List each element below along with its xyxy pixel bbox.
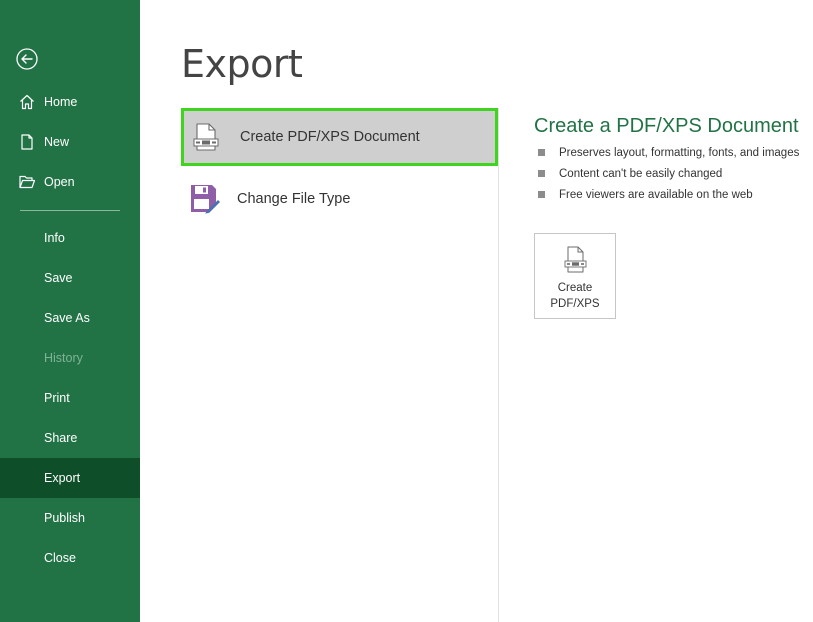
sidebar-item-label: Share <box>44 431 78 445</box>
pdf-document-icon <box>564 246 588 274</box>
feature-text: Content can't be easily changed <box>559 168 723 180</box>
export-option-label: Change File Type <box>237 191 351 207</box>
sidebar-divider <box>20 210 120 211</box>
export-option-change-file-type[interactable]: Change File Type <box>181 170 498 228</box>
sidebar-item-open[interactable]: Open <box>0 162 140 202</box>
export-option-create-pdf-xps[interactable]: Create PDF/XPS Document <box>181 108 498 166</box>
create-button-label: Create PDF/XPS <box>535 280 615 312</box>
pane-divider <box>498 108 499 622</box>
sidebar-item-label: Publish <box>44 511 85 525</box>
sidebar-item-export[interactable]: Export <box>0 458 140 498</box>
feature-text: Preserves layout, formatting, fonts, and… <box>559 147 800 159</box>
sidebar-item-label: Save As <box>44 311 90 325</box>
bullet-square-icon <box>538 170 545 177</box>
feature-text: Free viewers are available on the web <box>559 189 753 201</box>
sidebar-item-info[interactable]: Info <box>0 218 140 258</box>
sidebar-item-home[interactable]: Home <box>0 82 140 122</box>
detail-title: Create a PDF/XPS Document <box>534 115 799 137</box>
new-document-icon <box>19 134 35 150</box>
sidebar-item-label: Close <box>44 551 76 565</box>
open-folder-icon <box>19 174 36 190</box>
sidebar-item-label: History <box>44 351 83 365</box>
sidebar-item-label: Info <box>44 231 65 245</box>
sidebar-item-share[interactable]: Share <box>0 418 140 458</box>
sidebar-item-label: Save <box>44 271 73 285</box>
list-item: Preserves layout, formatting, fonts, and… <box>538 146 799 167</box>
page-title: Export <box>181 42 303 86</box>
back-arrow-icon[interactable] <box>16 48 38 70</box>
home-icon <box>19 94 35 110</box>
sidebar-item-save[interactable]: Save <box>0 258 140 298</box>
list-item: Free viewers are available on the web <box>538 188 799 209</box>
sidebar-item-publish[interactable]: Publish <box>0 498 140 538</box>
sidebar-item-label: Open <box>44 175 75 189</box>
feature-list: Preserves layout, formatting, fonts, and… <box>538 146 799 209</box>
sidebar-item-new[interactable]: New <box>0 122 140 162</box>
sidebar-item-label: Export <box>44 471 81 485</box>
change-file-type-icon <box>190 184 220 214</box>
bullet-square-icon <box>538 149 545 156</box>
list-item: Content can't be easily changed <box>538 167 799 188</box>
sidebar-item-close[interactable]: Close <box>0 538 140 578</box>
pdf-document-icon <box>192 122 222 152</box>
create-pdf-xps-button[interactable]: Create PDF/XPS <box>534 233 616 319</box>
sidebar-item-label: New <box>44 135 70 149</box>
sidebar-item-label: Home <box>44 95 78 109</box>
sidebar-item-save-as[interactable]: Save As <box>0 298 140 338</box>
sidebar-item-label: Print <box>44 391 70 405</box>
create-button-line2: PDF/XPS <box>550 298 600 310</box>
bullet-square-icon <box>538 191 545 198</box>
create-button-line1: Create <box>557 282 593 294</box>
export-option-label: Create PDF/XPS Document <box>240 129 420 145</box>
sidebar-item-history: History <box>0 338 140 378</box>
backstage-sidebar: Home New Open Info Save Save As History … <box>0 0 140 622</box>
sidebar-item-print[interactable]: Print <box>0 378 140 418</box>
